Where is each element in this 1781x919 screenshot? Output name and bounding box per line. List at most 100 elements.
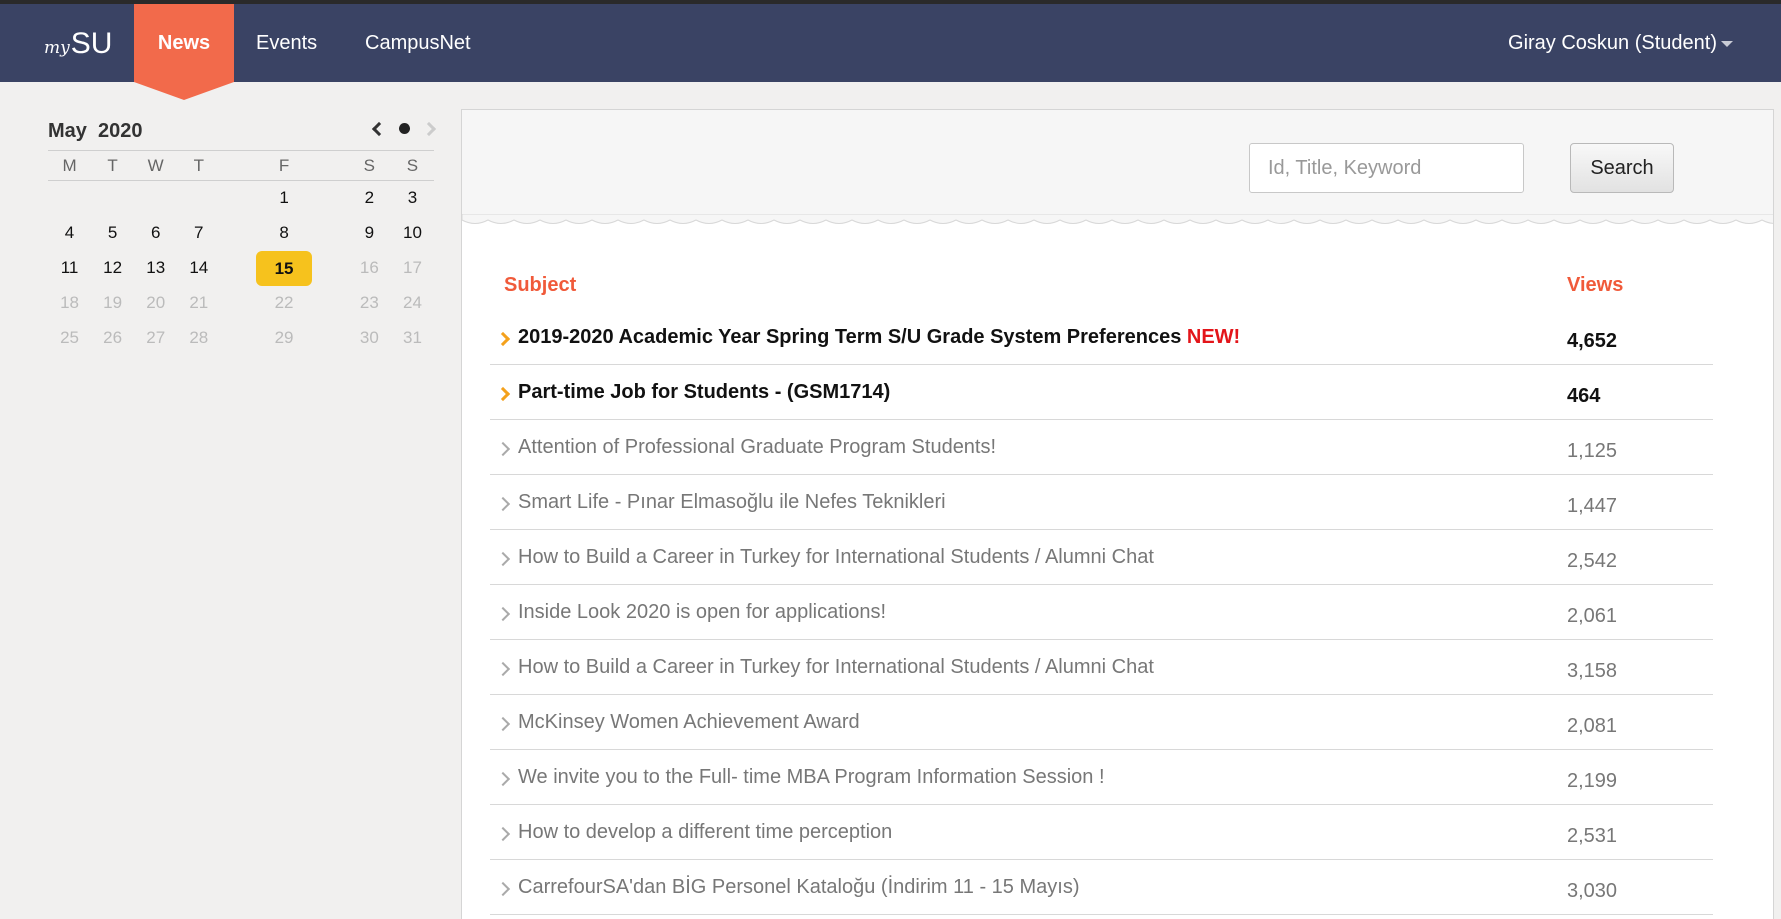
news-views-count: 3,030 xyxy=(1567,880,1618,902)
calendar-day[interactable]: 8 xyxy=(220,216,348,251)
weekday-label: M xyxy=(48,150,92,181)
wave-divider xyxy=(462,214,1773,224)
calendar-day[interactable]: 10 xyxy=(391,216,434,251)
today-dot-icon[interactable] xyxy=(398,123,410,135)
search-area: Search xyxy=(462,110,1773,218)
calendar-day[interactable]: 19 xyxy=(91,286,134,321)
chevron-right-icon xyxy=(495,661,511,677)
calendar-empty xyxy=(177,181,220,216)
news-title-link[interactable]: Part-time Job for Students - (GSM1714) xyxy=(518,381,890,404)
weekday-label: F xyxy=(220,150,348,181)
news-row[interactable]: How to Build a Career in Turkey for Inte… xyxy=(490,530,1713,585)
news-title-link[interactable]: Smart Life - Pınar Elmasoğlu ile Nefes T… xyxy=(518,491,946,514)
calendar-day[interactable]: 7 xyxy=(177,216,220,251)
news-views-count: 2,199 xyxy=(1567,770,1618,792)
calendar-day[interactable]: 18 xyxy=(48,286,91,321)
user-name: Giray Coskun (Student) xyxy=(1508,32,1717,54)
calendar-day[interactable]: 2 xyxy=(348,181,391,216)
calendar-day[interactable]: 14 xyxy=(177,251,220,286)
news-views-count: 2,081 xyxy=(1567,715,1618,737)
news-title-link[interactable]: How to develop a different time percepti… xyxy=(518,821,892,844)
news-views-count: 2,542 xyxy=(1567,550,1618,572)
calendar-day[interactable]: 25 xyxy=(48,321,91,356)
calendar-day[interactable]: 20 xyxy=(134,286,177,321)
views-column-header[interactable]: Views xyxy=(1567,274,1623,297)
news-title-text: McKinsey Women Achievement Award xyxy=(518,711,860,733)
chevron-right-icon xyxy=(495,551,511,567)
news-title-link[interactable]: Attention of Professional Graduate Progr… xyxy=(518,436,996,459)
calendar-week: 123 xyxy=(48,181,434,216)
weekday-label: W xyxy=(134,150,178,181)
news-title-link[interactable]: How to Build a Career in Turkey for Inte… xyxy=(518,656,1154,679)
calendar-day[interactable]: 16 xyxy=(348,251,391,286)
news-title-link[interactable]: We invite you to the Full- time MBA Prog… xyxy=(518,766,1105,789)
user-menu[interactable]: Giray Coskun (Student) xyxy=(1508,4,1733,82)
weekday-label: T xyxy=(177,150,221,181)
calendar-nav xyxy=(364,120,437,142)
calendar-day[interactable]: 30 xyxy=(348,321,391,356)
weekday-label: T xyxy=(91,150,135,181)
calendar-day[interactable]: 11 xyxy=(48,251,91,286)
news-title-link[interactable]: Inside Look 2020 is open for application… xyxy=(518,601,886,624)
news-rows: 2019-2020 Academic Year Spring Term S/U … xyxy=(490,310,1713,915)
news-row[interactable]: We invite you to the Full- time MBA Prog… xyxy=(490,750,1713,805)
news-title-link[interactable]: How to Build a Career in Turkey for Inte… xyxy=(518,546,1154,569)
calendar-empty xyxy=(91,181,134,216)
calendar-day[interactable]: 21 xyxy=(177,286,220,321)
calendar-day[interactable]: 3 xyxy=(391,181,434,216)
mysu-logo[interactable]: mySU xyxy=(44,22,112,66)
news-row[interactable]: How to Build a Career in Turkey for Inte… xyxy=(490,640,1713,695)
news-row[interactable]: McKinsey Women Achievement Award 2,081 xyxy=(490,695,1713,750)
chevron-left-icon[interactable] xyxy=(372,121,387,136)
calendar-title: May 2020 xyxy=(48,120,143,143)
news-title-text: Part-time Job for Students - (GSM1714) xyxy=(518,381,891,403)
calendar-day[interactable]: 17 xyxy=(391,251,434,286)
calendar-day[interactable]: 15 xyxy=(220,250,348,286)
news-row[interactable]: Part-time Job for Students - (GSM1714) 46… xyxy=(490,365,1713,420)
news-row[interactable]: Attention of Professional Graduate Progr… xyxy=(490,420,1713,475)
news-title-link[interactable]: McKinsey Women Achievement Award xyxy=(518,711,860,734)
news-title-link[interactable]: CarrefourSA'dan BİG Personel Kataloğu (İ… xyxy=(518,876,1079,899)
chevron-right-icon xyxy=(495,716,511,732)
news-views-count: 2,061 xyxy=(1567,605,1618,627)
calendar-day[interactable]: 28 xyxy=(177,321,220,356)
news-panel: Search Subject Views 2019-2020 Academic … xyxy=(461,109,1774,919)
subject-column-header[interactable]: Subject xyxy=(504,274,576,297)
news-row[interactable]: Inside Look 2020 is open for application… xyxy=(490,585,1713,640)
news-row[interactable]: Smart Life - Pınar Elmasoğlu ile Nefes T… xyxy=(490,475,1713,530)
calendar-day[interactable]: 4 xyxy=(48,216,91,251)
calendar-year: 2020 xyxy=(98,120,143,142)
calendar-day[interactable]: 6 xyxy=(134,216,177,251)
calendar-day[interactable]: 9 xyxy=(348,216,391,251)
calendar-day[interactable]: 13 xyxy=(134,251,177,286)
news-title-text: 2019-2020 Academic Year Spring Term S/U … xyxy=(518,326,1182,348)
calendar-day[interactable]: 29 xyxy=(220,321,348,356)
calendar-month: May xyxy=(48,120,87,142)
search-button[interactable]: Search xyxy=(1570,143,1674,193)
calendar-day[interactable]: 23 xyxy=(348,286,391,321)
calendar-week: 4 5 6 7 8 9 10 xyxy=(48,216,434,251)
nav-events[interactable]: Events xyxy=(256,4,317,82)
news-row[interactable]: CarrefourSA'dan BİG Personel Kataloğu (İ… xyxy=(490,860,1713,915)
calendar-day[interactable]: 12 xyxy=(91,251,134,286)
calendar-week: 25 26 27 28 29 30 31 xyxy=(48,321,434,356)
calendar-day[interactable]: 27 xyxy=(134,321,177,356)
calendar-day[interactable]: 26 xyxy=(91,321,134,356)
calendar-day[interactable]: 31 xyxy=(391,321,434,356)
calendar-day[interactable]: 22 xyxy=(220,286,348,321)
news-title-text: Attention of Professional Graduate Progr… xyxy=(518,436,997,458)
calendar-day[interactable]: 1 xyxy=(220,181,348,216)
news-row[interactable]: 2019-2020 Academic Year Spring Term S/U … xyxy=(490,310,1713,365)
calendar-day[interactable]: 24 xyxy=(391,286,434,321)
calendar-today[interactable]: 15 xyxy=(256,250,313,286)
news-title-text: CarrefourSA'dan BİG Personel Kataloğu (İ… xyxy=(518,876,1080,898)
chevron-right-icon[interactable] xyxy=(421,121,437,136)
nav-news[interactable]: News xyxy=(134,4,234,82)
news-views-count: 2,531 xyxy=(1567,825,1618,847)
search-input[interactable] xyxy=(1249,143,1524,193)
calendar-day[interactable]: 5 xyxy=(91,216,134,251)
chevron-right-icon xyxy=(495,771,511,787)
news-row[interactable]: How to develop a different time percepti… xyxy=(490,805,1713,860)
nav-campusnet[interactable]: CampusNet xyxy=(365,4,471,82)
news-title-link[interactable]: 2019-2020 Academic Year Spring Term S/U … xyxy=(518,326,1240,349)
